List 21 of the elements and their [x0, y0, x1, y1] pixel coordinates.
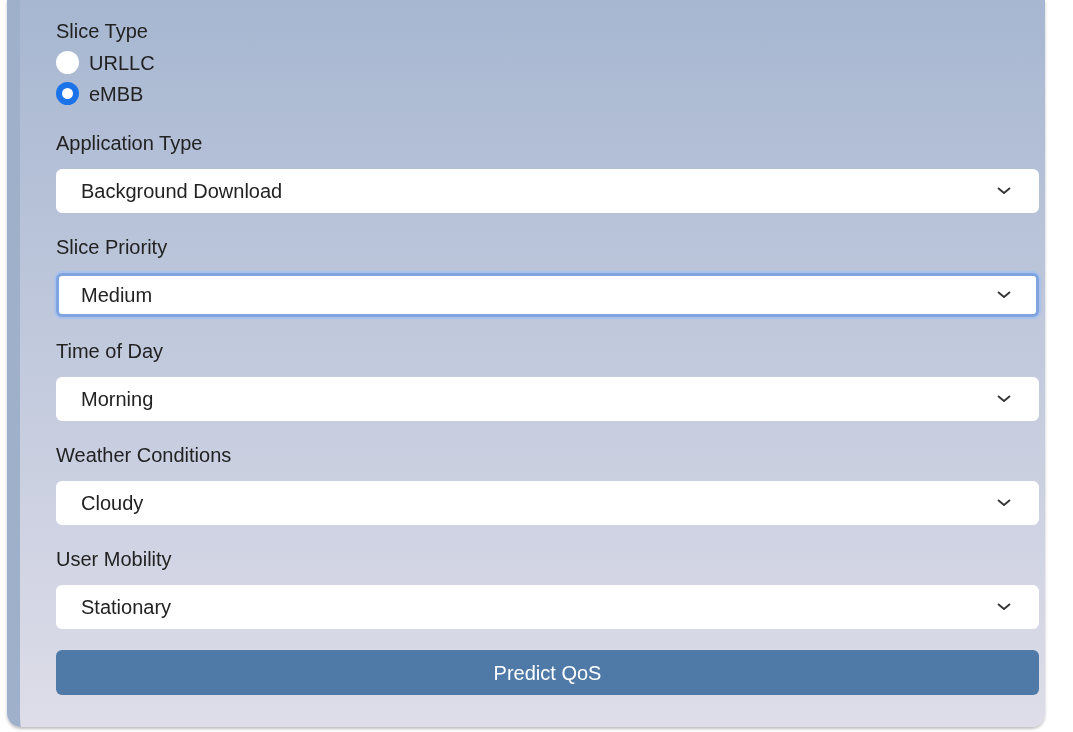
field-label: User Mobility: [56, 547, 173, 571]
field-label: Application Type: [56, 131, 204, 155]
chevron-down-icon: [996, 498, 1012, 508]
select-field[interactable]: Background Download: [56, 169, 1039, 213]
field-label: Slice Type: [56, 19, 149, 43]
select-field[interactable]: Morning: [56, 377, 1039, 421]
chevron-down-icon: [996, 394, 1012, 404]
radio-option[interactable]: eMBB: [56, 78, 144, 109]
field-label: Weather Conditions: [56, 443, 233, 467]
field-label: Slice Priority: [56, 235, 169, 259]
chevron-down-icon: [996, 602, 1012, 612]
radio-button[interactable]: [56, 51, 79, 74]
field-label: Time of Day: [56, 339, 165, 363]
predict-button[interactable]: Predict QoS: [56, 650, 1039, 695]
radio-option[interactable]: URLLC: [56, 47, 155, 78]
select-field[interactable]: Stationary: [56, 585, 1039, 629]
radio-button[interactable]: [56, 82, 79, 105]
select-field[interactable]: Cloudy: [56, 481, 1039, 525]
chevron-down-icon: [996, 290, 1012, 300]
select-field[interactable]: Medium: [56, 273, 1039, 317]
chevron-down-icon: [996, 186, 1012, 196]
